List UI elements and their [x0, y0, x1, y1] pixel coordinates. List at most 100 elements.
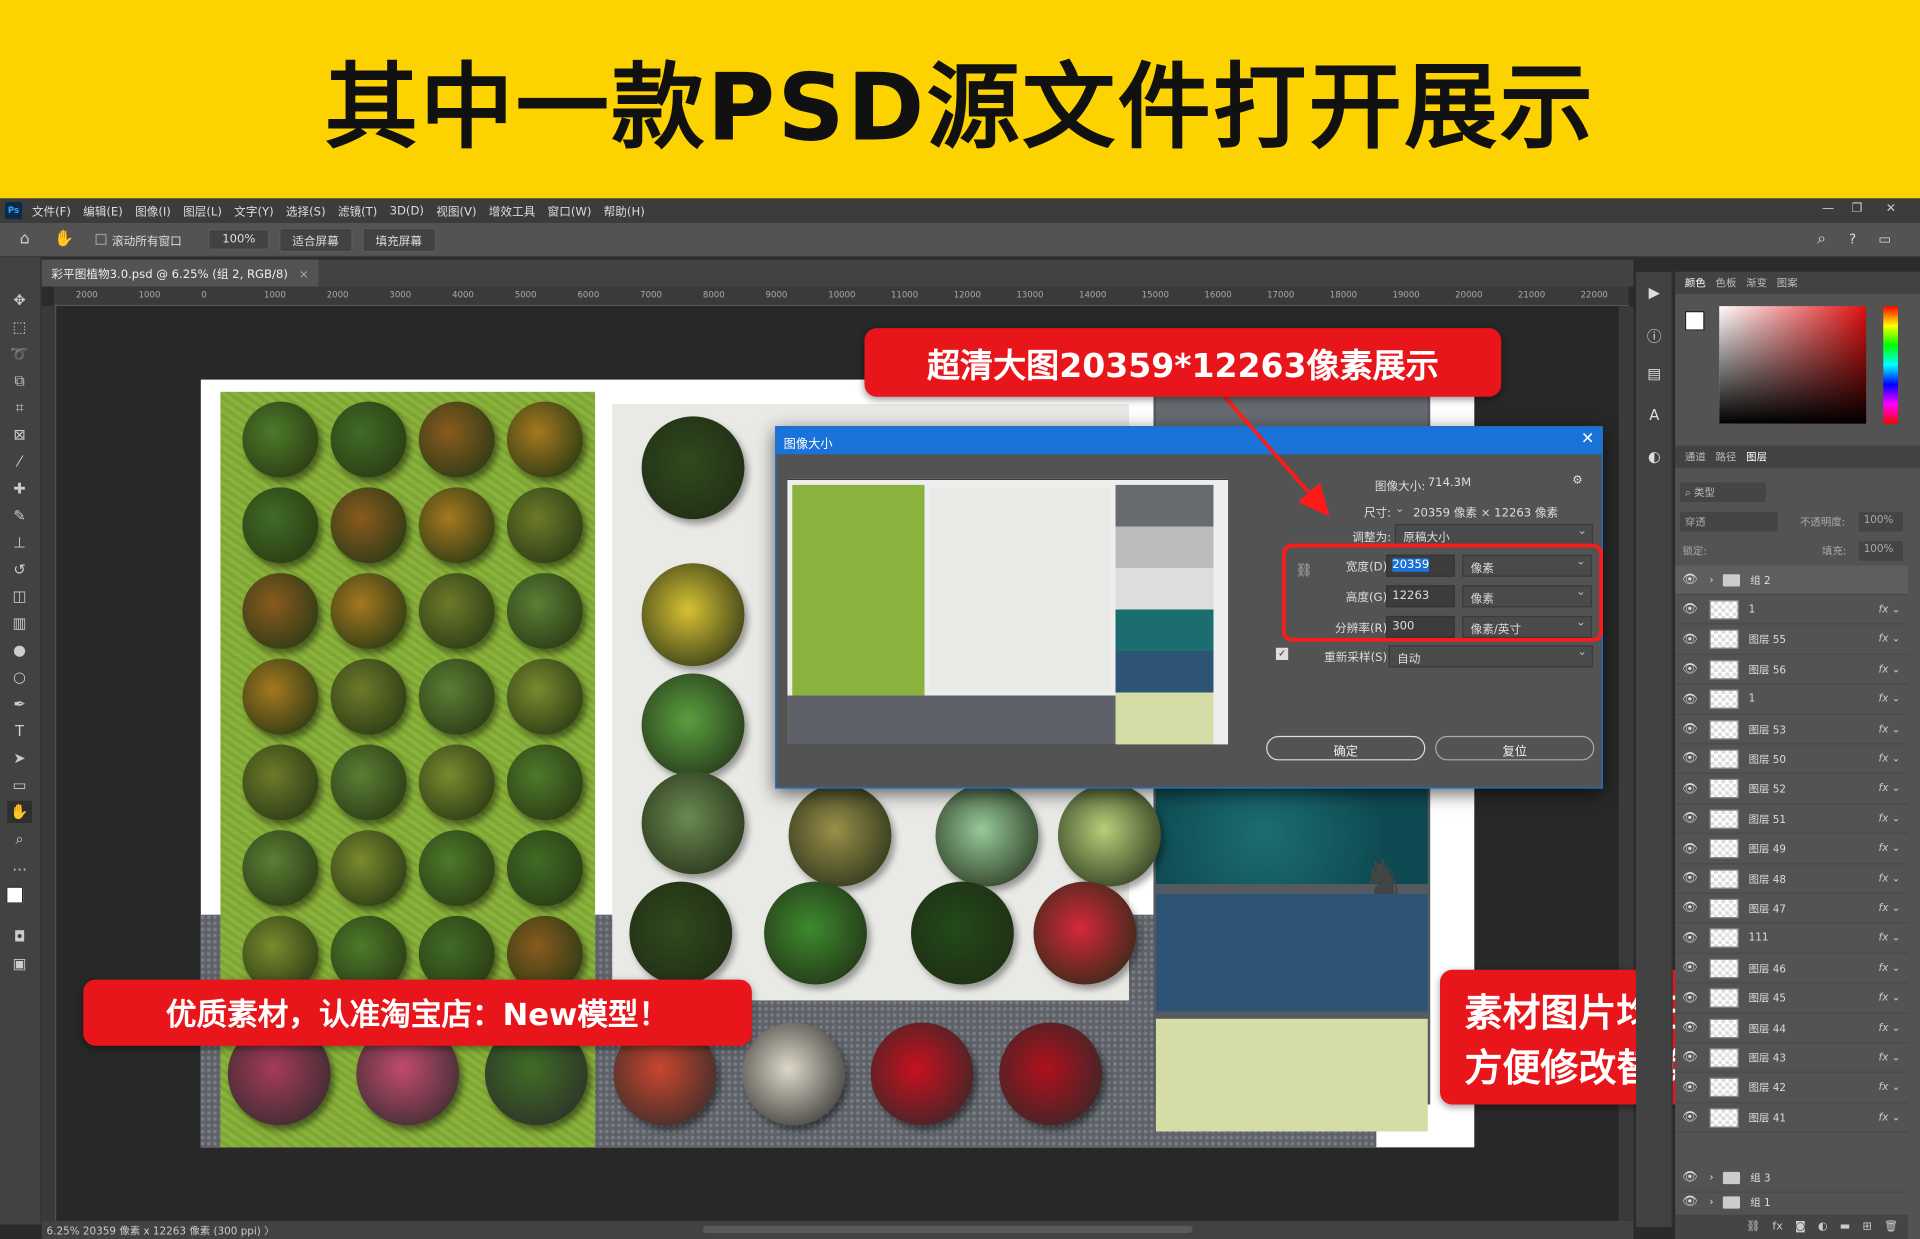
- new-layer-icon[interactable]: ⊞: [1862, 1221, 1871, 1233]
- character-icon[interactable]: A: [1645, 407, 1665, 427]
- layer-fx-icon[interactable]: fx ⌄: [1879, 992, 1901, 1004]
- tab-gradients[interactable]: 渐变: [1746, 276, 1767, 290]
- foreground-color-swatch[interactable]: [6, 886, 24, 904]
- layer-row[interactable]: 👁 图层 42 fx ⌄: [1675, 1074, 1908, 1104]
- layer-filter-select[interactable]: ⌕ 类型: [1680, 482, 1766, 503]
- color-picker-field[interactable]: [1719, 306, 1867, 424]
- home-icon[interactable]: ⌂: [20, 230, 30, 248]
- visibility-eye-icon[interactable]: 👁: [1675, 752, 1704, 765]
- color-foreground-swatch[interactable]: [1684, 311, 1705, 331]
- layer-group-row[interactable]: 👁 › 组 2: [1675, 565, 1908, 596]
- new-group-icon[interactable]: ▬: [1840, 1221, 1850, 1233]
- brush-tool-icon[interactable]: ✎: [7, 504, 31, 526]
- info-icon[interactable]: ⓘ: [1645, 326, 1665, 345]
- move-tool-icon[interactable]: ✥: [7, 289, 31, 311]
- minimize-icon[interactable]: —: [1822, 202, 1834, 215]
- tab-swatches[interactable]: 色板: [1716, 276, 1737, 290]
- layer-fx-icon[interactable]: fx ⌄: [1879, 723, 1901, 735]
- delete-layer-icon[interactable]: 🗑: [1884, 1221, 1898, 1233]
- tab-patterns[interactable]: 图案: [1777, 276, 1798, 290]
- zoom-tool-icon[interactable]: ⌕: [7, 828, 31, 850]
- pen-tool-icon[interactable]: ✒: [7, 693, 31, 715]
- menu-type[interactable]: 文字(Y): [234, 202, 273, 219]
- layer-row[interactable]: 👁 图层 55 fx ⌄: [1675, 625, 1908, 655]
- menu-help[interactable]: 帮助(H): [604, 202, 645, 219]
- visibility-eye-icon[interactable]: 👁: [1675, 633, 1704, 646]
- layer-row[interactable]: 👁 图层 52 fx ⌄: [1675, 775, 1908, 805]
- layer-fx-icon[interactable]: fx ⌄: [1879, 902, 1901, 914]
- tab-color[interactable]: 颜色: [1685, 276, 1706, 290]
- visibility-eye-icon[interactable]: 👁: [1675, 663, 1704, 676]
- ok-button[interactable]: 确定: [1266, 735, 1426, 761]
- menu-filter[interactable]: 滤镜(T): [338, 202, 377, 219]
- layer-row[interactable]: 👁 图层 43 fx ⌄: [1675, 1044, 1908, 1074]
- visibility-eye-icon[interactable]: 👁: [1675, 1051, 1704, 1064]
- marquee-tool-icon[interactable]: ⬚: [7, 316, 31, 338]
- libraries-icon[interactable]: ▤: [1645, 365, 1665, 385]
- visibility-eye-icon[interactable]: 👁: [1675, 693, 1704, 706]
- resample-checkbox[interactable]: ✓: [1275, 647, 1289, 661]
- zoom-100-button[interactable]: 100%: [208, 228, 269, 250]
- help-icon[interactable]: ?: [1849, 231, 1856, 247]
- visibility-eye-icon[interactable]: 👁: [1675, 961, 1704, 974]
- restore-icon[interactable]: ❐: [1851, 202, 1862, 215]
- layer-row[interactable]: 👁 图层 41 fx ⌄: [1675, 1104, 1908, 1133]
- menu-edit[interactable]: 编辑(E): [83, 202, 123, 219]
- dodge-tool-icon[interactable]: ○: [7, 666, 31, 688]
- gear-icon[interactable]: ⚙: [1572, 474, 1582, 487]
- visibility-eye-icon[interactable]: 👁: [1675, 573, 1704, 586]
- layer-fx-icon[interactable]: fx ⌄: [1879, 753, 1901, 765]
- fx-icon[interactable]: fx: [1772, 1221, 1782, 1233]
- search-icon[interactable]: ⌕: [1817, 230, 1826, 248]
- gradient-tool-icon[interactable]: ▥: [7, 612, 31, 634]
- layer-fx-icon[interactable]: fx ⌄: [1879, 663, 1901, 675]
- eraser-tool-icon[interactable]: ◫: [7, 585, 31, 607]
- visibility-eye-icon[interactable]: 👁: [1675, 932, 1704, 945]
- hue-slider[interactable]: [1883, 306, 1898, 424]
- layer-fx-icon[interactable]: fx ⌄: [1879, 813, 1901, 825]
- document-tab[interactable]: 彩平图植物3.0.psd @ 6.25% (组 2, RGB/8) ×: [41, 259, 319, 287]
- workspace-icon[interactable]: ▭: [1878, 231, 1891, 247]
- menu-file[interactable]: 文件(F): [32, 202, 71, 219]
- tab-paths[interactable]: 路径: [1716, 449, 1737, 464]
- dialog-close-icon[interactable]: ✕: [1581, 430, 1594, 448]
- layer-fx-icon[interactable]: fx ⌄: [1879, 1082, 1901, 1094]
- layer-row[interactable]: 👁 图层 46 fx ⌄: [1675, 954, 1908, 984]
- expand-chevron-icon[interactable]: ›: [1709, 574, 1713, 586]
- hand-tool-icon[interactable]: ✋: [7, 800, 32, 823]
- expand-chevron-icon[interactable]: ›: [1709, 1171, 1713, 1183]
- close-icon[interactable]: ✕: [1886, 202, 1896, 215]
- blend-mode-select[interactable]: 穿透: [1680, 511, 1778, 532]
- layer-row[interactable]: 👁 图层 47 fx ⌄: [1675, 894, 1908, 924]
- layer-fx-icon[interactable]: fx ⌄: [1879, 1111, 1901, 1123]
- layer-row[interactable]: 👁 1 fx ⌄: [1675, 685, 1908, 715]
- layer-row[interactable]: 👁 图层 56 fx ⌄: [1675, 655, 1908, 685]
- visibility-eye-icon[interactable]: 👁: [1675, 722, 1704, 735]
- layer-row[interactable]: 👁 图层 51 fx ⌄: [1675, 805, 1908, 835]
- adjustments-icon[interactable]: ◐: [1645, 448, 1665, 468]
- healing-tool-icon[interactable]: ✚: [7, 478, 31, 500]
- horizontal-scrollbar[interactable]: [702, 1225, 1193, 1234]
- visibility-eye-icon[interactable]: 👁: [1675, 842, 1704, 855]
- scroll-all-checkbox[interactable]: [96, 233, 108, 245]
- menu-select[interactable]: 选择(S): [286, 202, 326, 219]
- history-brush-icon[interactable]: ↺: [7, 558, 31, 580]
- layer-row[interactable]: 👁 图层 49 fx ⌄: [1675, 835, 1908, 864]
- tab-close-icon[interactable]: ×: [299, 268, 309, 281]
- layer-fx-icon[interactable]: fx ⌄: [1879, 962, 1901, 974]
- visibility-eye-icon[interactable]: 👁: [1675, 1111, 1704, 1124]
- link-layers-icon[interactable]: ⛓: [1746, 1221, 1760, 1233]
- layer-row[interactable]: 👁 图层 48 fx ⌄: [1675, 864, 1908, 894]
- menu-image[interactable]: 图像(I): [135, 202, 171, 219]
- visibility-eye-icon[interactable]: 👁: [1675, 1195, 1704, 1208]
- layer-row[interactable]: 👁 图层 50 fx ⌄: [1675, 745, 1908, 775]
- layer-fx-icon[interactable]: fx ⌄: [1879, 633, 1901, 645]
- layer-row[interactable]: 👁 图层 44 fx ⌄: [1675, 1014, 1908, 1044]
- add-mask-icon[interactable]: ◙: [1795, 1221, 1806, 1233]
- fit-screen-button[interactable]: 适合屏幕: [278, 227, 353, 252]
- fill-screen-button[interactable]: 填充屏幕: [362, 227, 436, 252]
- stamp-tool-icon[interactable]: ⊥: [7, 531, 31, 553]
- layer-row[interactable]: 👁 图层 45 fx ⌄: [1675, 984, 1908, 1014]
- visibility-eye-icon[interactable]: 👁: [1675, 1081, 1704, 1094]
- visibility-eye-icon[interactable]: 👁: [1675, 872, 1704, 885]
